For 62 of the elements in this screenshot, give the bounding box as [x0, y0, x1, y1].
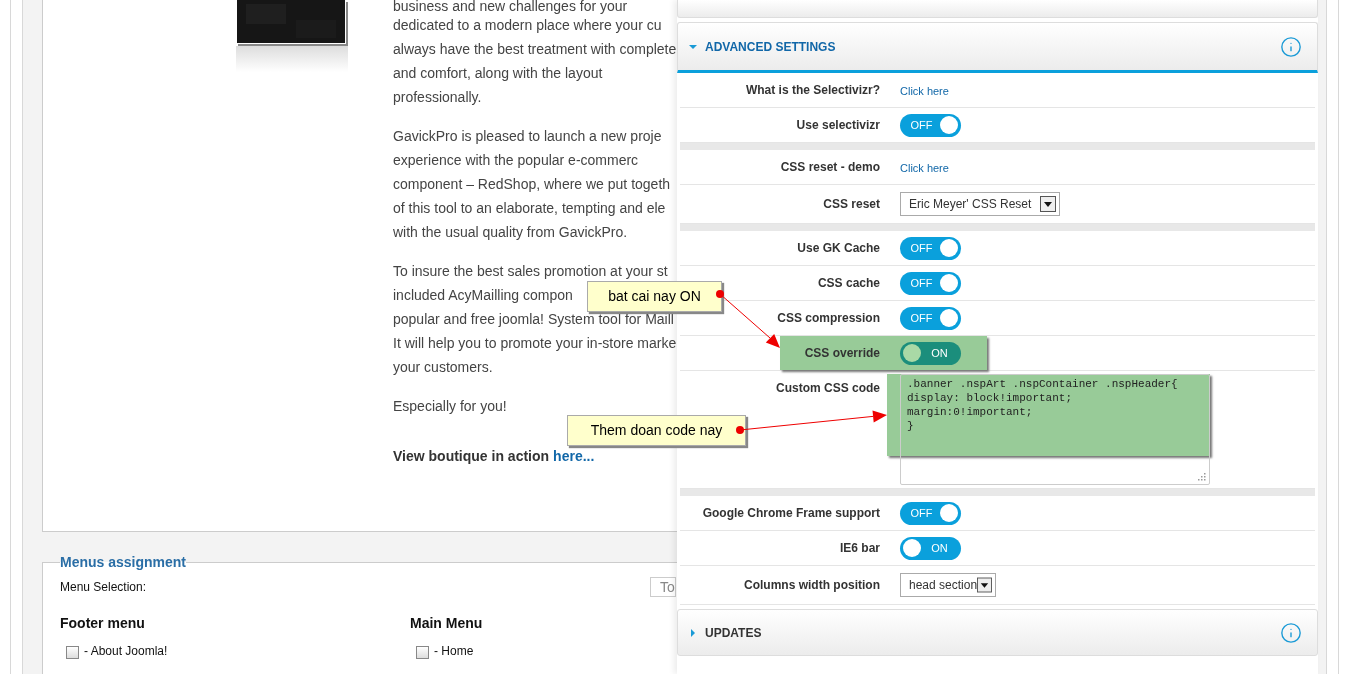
setting-label: IE6 bar [839, 540, 880, 557]
article-text-line: always have the best treatment with complete [393, 40, 677, 59]
toggle-switch[interactable]: OFF [900, 271, 961, 295]
setting-label: Columns width position [744, 577, 880, 594]
article-text-line: To insure the best sales promotion at your st [393, 262, 668, 281]
article-text-line: included AcyMailling compon [393, 286, 573, 305]
toggle-switch[interactable]: OFF [900, 306, 961, 330]
setting-label: Custom CSS code [776, 380, 880, 397]
toggle-switch[interactable]: OFF [900, 113, 961, 137]
menu-title: Main Menu [410, 614, 483, 633]
menu-item-label: - About Joomla! [84, 643, 168, 660]
toggle-switch[interactable]: ON [900, 341, 961, 365]
callout-note: Them doan code nay [567, 415, 746, 446]
here-link[interactable]: here... [553, 446, 595, 467]
info-icon[interactable] [1280, 621, 1302, 644]
resize-grip-icon [1198, 473, 1206, 481]
info-icon[interactable] [1280, 35, 1302, 58]
setting-label: Google Chrome Frame support [702, 505, 880, 522]
article-text-line: popular and free joomla! System tool for Maill [393, 310, 674, 329]
article-text-line: Especially for you! [393, 397, 507, 416]
article-text-line: your customers. [393, 358, 493, 377]
checkbox[interactable] [416, 646, 429, 659]
css-code-field[interactable]: .banner .nspArt .nspContainer .nspHeader{ display: block!important; margin:0!important; } [900, 374, 1210, 485]
article-text-line: with the usual quality from GavickPro. [393, 223, 628, 242]
menus-assignment-legend: Menus assignment [60, 552, 187, 573]
caret-icon [689, 42, 697, 51]
article-text-line: of this tool to an elaborate, tempting and ele [393, 199, 666, 218]
menu-item-label: - Home [434, 643, 474, 660]
filter-field[interactable]: To [650, 577, 676, 597]
caret-icon [689, 628, 697, 637]
menu-title: Footer menu [60, 614, 145, 633]
click-here-link[interactable]: Click here [900, 85, 949, 97]
view-boutique-text: View boutique in action [393, 447, 550, 466]
section-header[interactable]: UPDATES [677, 609, 1318, 656]
setting-label: CSS override [804, 345, 880, 362]
menu-selection-label: Menu Selection: [60, 579, 147, 596]
click-here-link[interactable]: Click here [900, 162, 949, 174]
setting-label: Use selectivizr [796, 117, 880, 134]
article-text-line: business and new challenges for your [393, 0, 628, 13]
article-text-line: It will help you to promote your in-store marke [393, 334, 677, 353]
setting-label: CSS reset - demo [780, 159, 880, 176]
article-text-line: experience with the popular e-commerc [393, 151, 639, 170]
setting-label: Use GK Cache [797, 240, 880, 257]
setting-label: CSS reset [823, 196, 880, 213]
callout-note: bat cai nay ON [587, 281, 722, 312]
article-text-line: component – RedShop, where we put togeth [393, 175, 671, 194]
select-dropdown[interactable]: head section [900, 573, 996, 597]
setting-label: CSS cache [817, 275, 880, 292]
article-text-line: dedicated to a modern place where your cu [393, 16, 662, 35]
section-title: UPDATES [705, 624, 763, 642]
toggle-switch[interactable]: OFF [900, 501, 961, 525]
toggle-switch[interactable]: OFF [900, 236, 961, 260]
select-dropdown[interactable]: Eric Meyer' CSS Reset [900, 192, 1060, 216]
article-text-line: GavickPro is pleased to launch a new proje [393, 127, 662, 146]
setting-label: CSS compression [777, 310, 880, 327]
setting-label: What is the Selectivizr? [745, 82, 880, 99]
article-text-line: professionally. [393, 88, 482, 107]
checkbox[interactable] [66, 646, 79, 659]
section-title: ADVANCED SETTINGS [705, 38, 837, 56]
toggle-switch[interactable]: ON [900, 536, 961, 560]
article-text-line: and comfort, along with the layout [393, 64, 603, 83]
section-header[interactable]: ADVANCED SETTINGS [677, 22, 1318, 73]
